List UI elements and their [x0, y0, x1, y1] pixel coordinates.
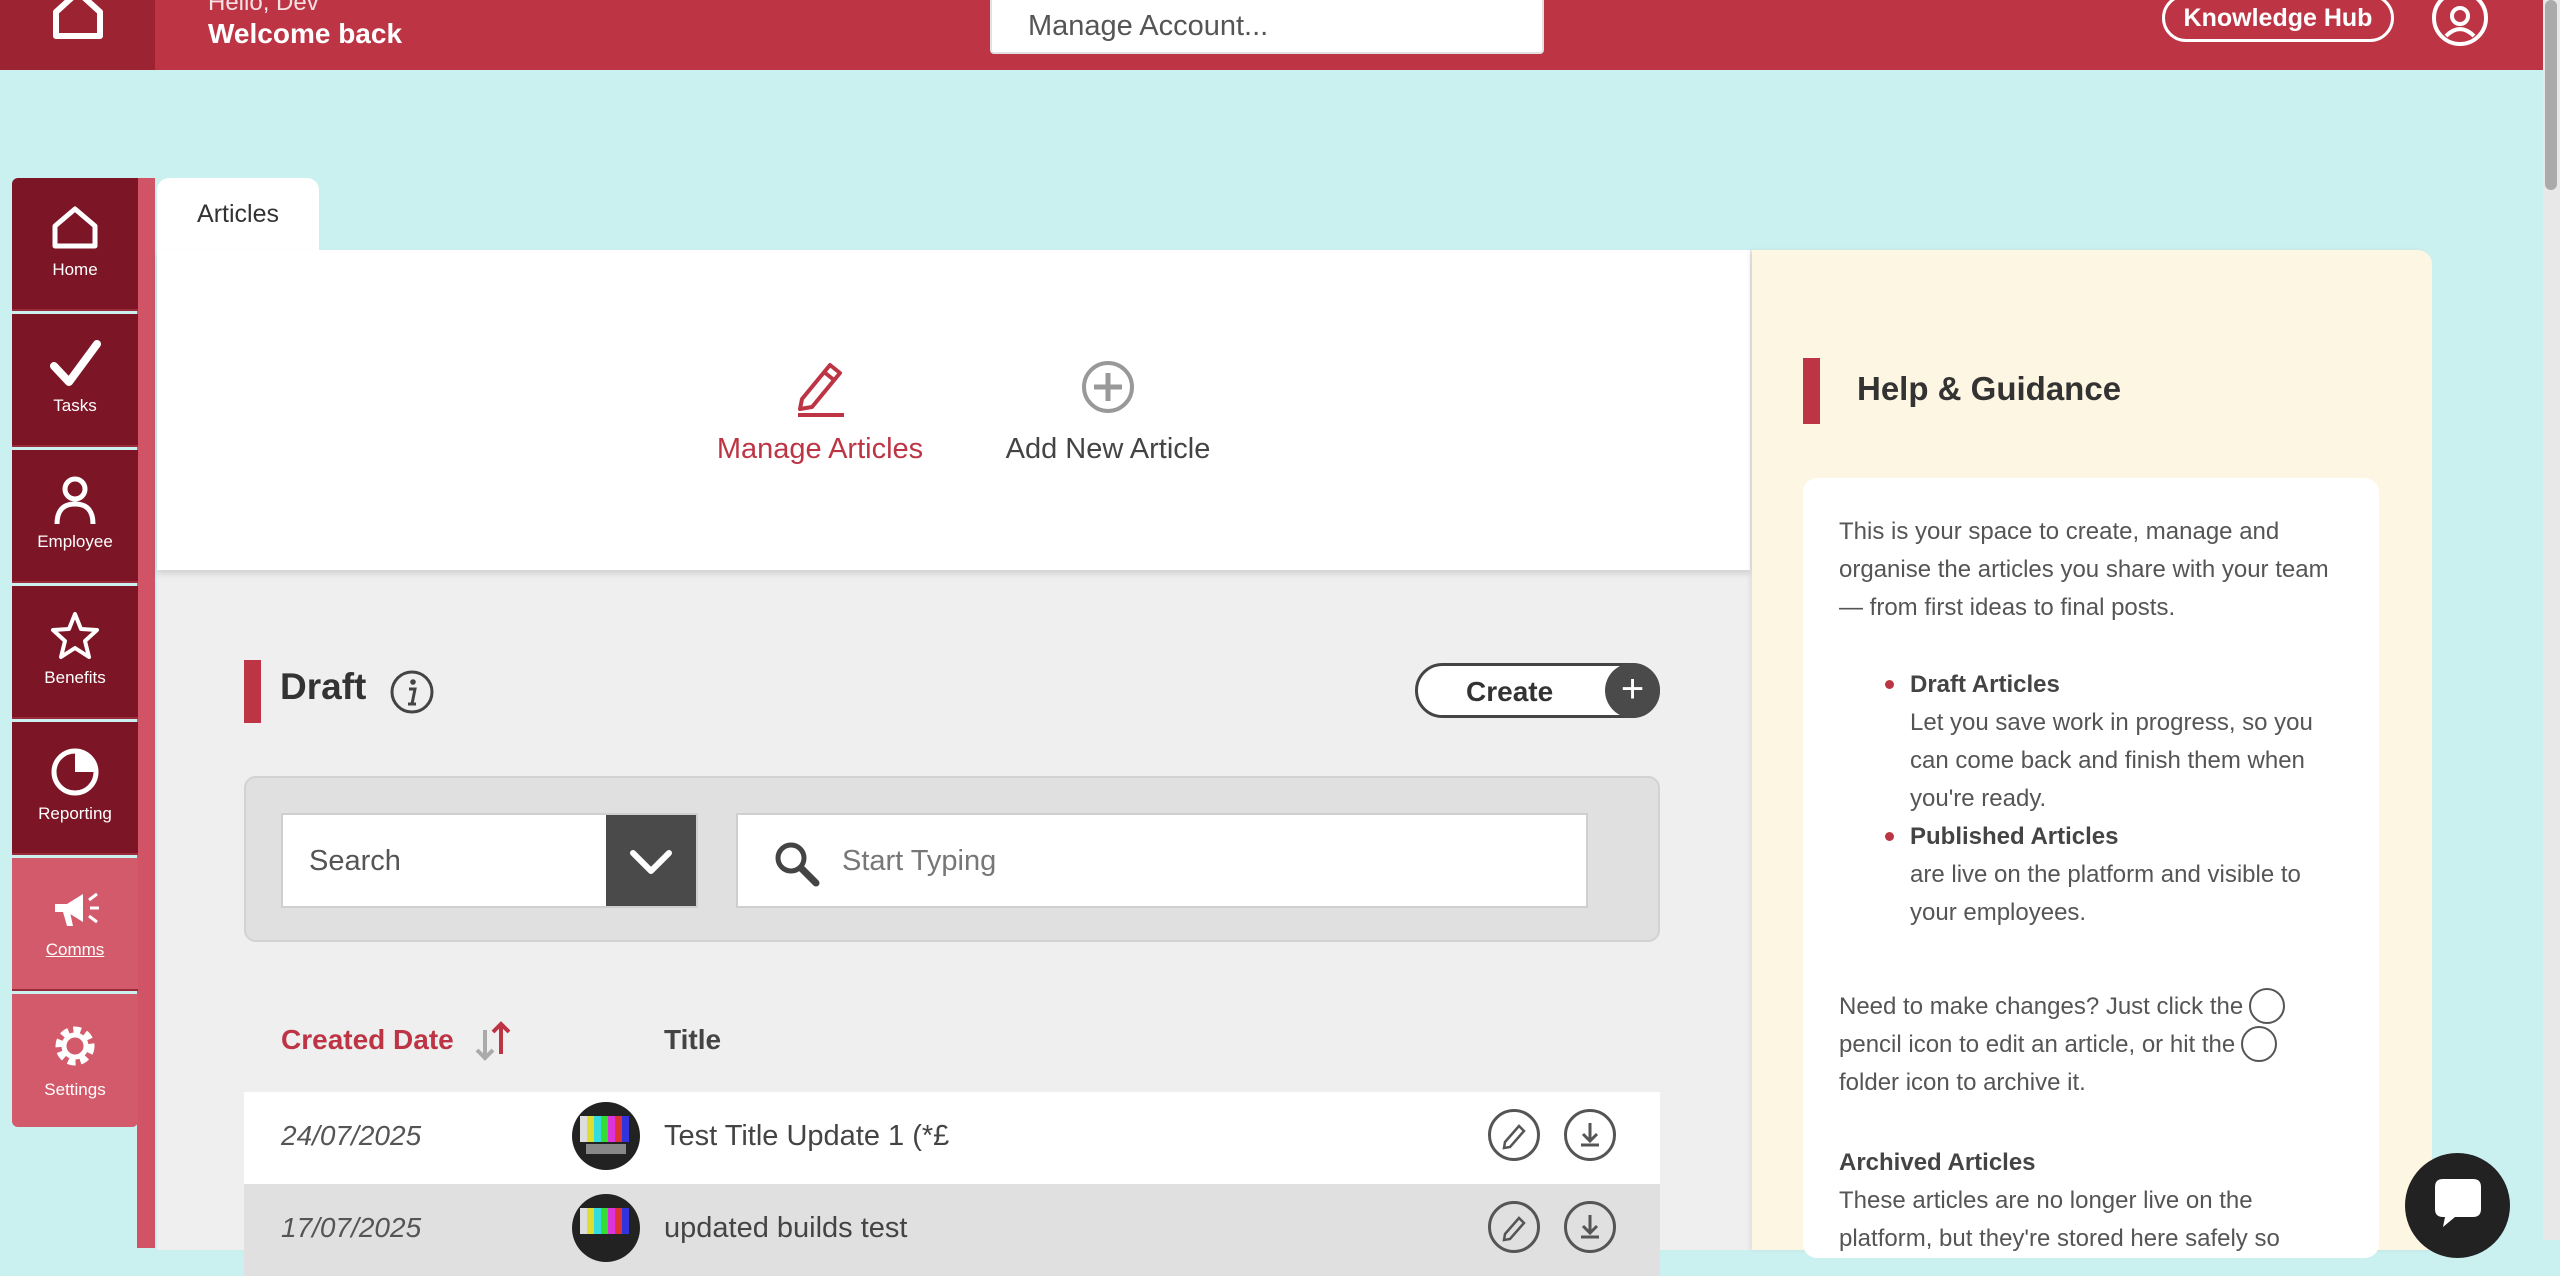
manage-articles-link[interactable]: Manage Articles — [690, 355, 950, 466]
plus-icon: + — [1605, 663, 1660, 718]
welcome-text: Welcome back — [208, 18, 403, 49]
search-icon — [775, 842, 820, 887]
scrollbar-thumb[interactable] — [2545, 0, 2557, 190]
manage-account-label: Manage Account... — [1028, 10, 1269, 42]
sidebar-item-label: Comms — [45, 940, 105, 959]
article-thumbnail — [572, 1194, 640, 1262]
download-icon — [1581, 1215, 1599, 1239]
changes-line-1: Need to make changes? Just click the — [1839, 993, 2244, 1020]
pie-chart-icon — [51, 748, 99, 796]
draft-accent-bar — [244, 660, 261, 723]
article-thumbnail — [572, 1102, 640, 1170]
sidebar-item-home[interactable]: Home — [12, 178, 138, 311]
sidebar-item-comms[interactable]: Comms — [12, 858, 138, 991]
search-input[interactable] — [840, 835, 1544, 887]
user-profile-icon[interactable] — [2430, 0, 2490, 48]
sidebar-strip — [137, 178, 155, 1248]
sidebar-item-benefits[interactable]: Benefits — [12, 586, 138, 719]
archive-button[interactable] — [1564, 1109, 1616, 1161]
greeting-text: Hello, Dev — [208, 0, 319, 16]
sort-icon[interactable] — [471, 1018, 517, 1064]
add-new-article-label: Add New Article — [1005, 433, 1211, 465]
info-icon[interactable] — [388, 668, 436, 716]
sidebar-item-label: Settings — [44, 1080, 106, 1099]
pencil-icon — [2249, 987, 2286, 1024]
row-title: updated builds test — [664, 1212, 908, 1244]
row-title: Test Title Update 1 (*£ — [664, 1120, 950, 1152]
gear-icon — [55, 1026, 95, 1066]
sidebar-item-tasks[interactable]: Tasks — [12, 314, 138, 447]
sidebar-item-label: Reporting — [38, 804, 112, 823]
table-row[interactable]: 17/07/2025 updated builds test — [244, 1184, 1660, 1276]
bullet-dot — [1885, 832, 1894, 841]
bullet-title: Published Articles — [1910, 823, 2119, 850]
pencil-icon — [798, 363, 844, 417]
search-box — [736, 813, 1588, 908]
changes-line-2: pencil icon to edit an article, or hit t… — [1839, 1031, 2236, 1058]
archived-text: These articles are no longer live on the… — [1839, 1187, 2280, 1252]
sidebar-item-employee[interactable]: Employee — [12, 450, 138, 583]
edit-button[interactable] — [1488, 1201, 1540, 1253]
bullet-title: Draft Articles — [1910, 671, 2060, 698]
bullet-dot — [1885, 680, 1894, 689]
help-bullet-published: Published Articles are live on the platf… — [1910, 818, 2340, 932]
column-header-created-date[interactable]: Created Date — [281, 1024, 454, 1056]
dropdown-toggle[interactable] — [606, 815, 696, 906]
chevron-down-icon — [630, 850, 672, 874]
help-title: Help & Guidance — [1857, 370, 2122, 407]
manage-account-select[interactable]: Manage Account... — [990, 0, 1544, 54]
person-icon — [54, 476, 96, 525]
bullet-text: are live on the platform and visible to … — [1910, 861, 2301, 926]
sidebar-item-label: Tasks — [53, 396, 97, 415]
home-icon — [53, 0, 103, 39]
knowledge-hub-button[interactable]: Knowledge Hub — [2162, 0, 2394, 42]
article-nav-panel — [157, 250, 1750, 570]
changes-line-3: folder icon to archive it. — [1839, 1069, 2086, 1096]
row-date: 17/07/2025 — [281, 1212, 422, 1243]
bullet-text: Let you save work in progress, so you ca… — [1910, 709, 2313, 812]
plus-circle-icon — [1082, 361, 1134, 413]
chat-icon — [2435, 1179, 2481, 1227]
row-date: 24/07/2025 — [281, 1120, 422, 1151]
pencil-icon — [1502, 1216, 1526, 1242]
download-icon — [1581, 1123, 1599, 1147]
download-icon — [2241, 1025, 2278, 1062]
search-type-label: Search — [309, 845, 401, 877]
help-accent-bar — [1803, 358, 1820, 424]
star-icon — [51, 612, 99, 659]
create-button[interactable]: Create + — [1415, 663, 1660, 718]
help-archived: Archived Articles These articles are no … — [1839, 1144, 2349, 1258]
add-new-article-link[interactable]: Add New Article — [978, 355, 1238, 466]
help-changes: Need to make changes? Just click the pen… — [1839, 987, 2349, 1102]
help-intro: This is your space to create, manage and… — [1839, 518, 2329, 621]
sidebar-item-label: Benefits — [44, 668, 106, 687]
check-icon — [50, 340, 101, 386]
header-home-button[interactable] — [0, 0, 155, 70]
create-label: Create — [1466, 676, 1554, 707]
home-icon — [52, 206, 98, 249]
sidebar-item-reporting[interactable]: Reporting — [12, 722, 138, 855]
archived-title: Archived Articles — [1839, 1149, 2036, 1176]
sidebar-item-settings[interactable]: Settings — [12, 994, 138, 1127]
edit-button[interactable] — [1488, 1109, 1540, 1161]
sidebar-item-label: Employee — [37, 532, 113, 551]
table-row[interactable]: 24/07/2025 Test Title Update 1 (*£ — [244, 1092, 1660, 1184]
search-type-select[interactable]: Search — [281, 813, 698, 908]
section-title-draft: Draft — [280, 666, 367, 707]
megaphone-icon — [55, 892, 99, 926]
help-bullet-draft: Draft Articles Let you save work in prog… — [1910, 666, 2340, 818]
manage-articles-label: Manage Articles — [716, 433, 924, 465]
pencil-icon — [1502, 1124, 1526, 1150]
archive-button[interactable] — [1564, 1201, 1616, 1253]
tab-articles[interactable]: Articles — [157, 178, 319, 252]
chat-button[interactable] — [2405, 1153, 2510, 1258]
column-header-title[interactable]: Title — [664, 1024, 721, 1056]
sidebar-item-label: Home — [52, 260, 98, 279]
